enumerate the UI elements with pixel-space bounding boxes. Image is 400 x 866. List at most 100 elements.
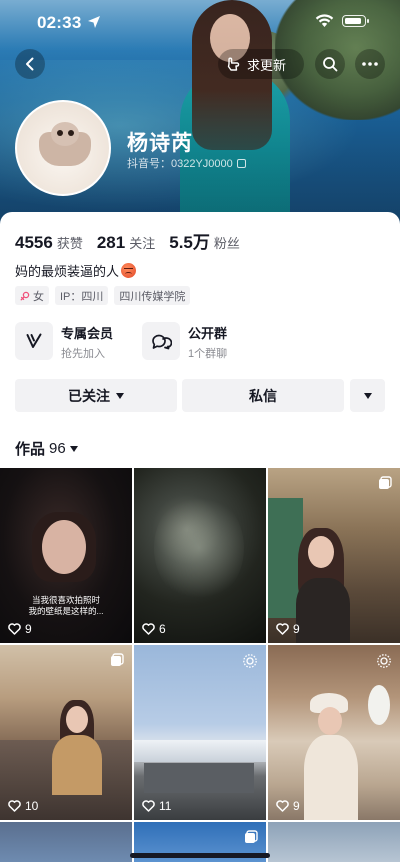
group-subtitle: 1个群聊 — [188, 348, 228, 360]
tag-gender-text: 女 — [33, 290, 44, 303]
more-dots-icon — [362, 62, 378, 66]
wifi-icon — [315, 14, 334, 27]
video-likes: 10 — [8, 799, 38, 813]
tag-school[interactable]: 四川传媒学院 — [114, 286, 191, 305]
thumb-body — [296, 578, 350, 643]
stat-following[interactable]: 281 关注 — [97, 233, 155, 253]
douyin-id-text: 抖音号：0322YJ0000 — [127, 158, 233, 170]
search-icon — [323, 57, 338, 72]
group-icon-box — [142, 322, 180, 360]
tag-ip-text: IP：四川 — [60, 290, 104, 303]
home-indicator[interactable] — [130, 853, 270, 858]
thumb-face — [308, 536, 334, 568]
bio-text: 妈的最烦装逼的人 — [15, 264, 120, 279]
thumb-face — [66, 706, 88, 733]
recommend-dropdown-button[interactable] — [350, 379, 385, 412]
battery-icon — [342, 15, 369, 27]
female-icon — [20, 291, 30, 300]
heart-outline-icon — [142, 623, 155, 635]
v-badge-icon — [26, 333, 42, 348]
video-caption-line2: 我的壁纸是这样的... — [28, 606, 104, 616]
stack-icon — [379, 476, 392, 489]
caret-down-icon — [69, 445, 78, 452]
video-thumbnail[interactable] — [268, 822, 400, 862]
video-likes-count: 6 — [159, 622, 166, 636]
video-likes: 9 — [276, 799, 300, 813]
ring-icon — [243, 654, 257, 668]
group-title: 公开群 — [188, 326, 228, 341]
pointing-hand-icon — [227, 57, 240, 71]
stat-followers-value: 5.5万 — [169, 233, 210, 252]
group-text: 公开群 1个群聊 — [188, 322, 227, 362]
video-thumbnail[interactable]: 9 — [268, 645, 400, 820]
video-likes-count: 9 — [25, 622, 32, 636]
back-button[interactable] — [15, 49, 45, 79]
thumb-sparkle — [154, 493, 244, 603]
thumb-face — [42, 520, 86, 574]
thumb-flowers — [368, 685, 390, 725]
chat-bubbles-icon — [152, 334, 172, 350]
stat-likes[interactable]: 4556 获赞 — [15, 233, 83, 253]
stack-icon — [111, 653, 124, 666]
username: 杨诗芮 — [127, 132, 193, 155]
video-thumbnail[interactable]: 9 — [268, 468, 400, 643]
video-thumbnail[interactable]: 6 — [134, 468, 266, 643]
stat-following-value: 281 — [96, 233, 126, 252]
bio: 妈的最烦装逼的人 — [15, 261, 137, 280]
video-likes: 6 — [142, 622, 166, 636]
message-button[interactable]: 私信 — [182, 379, 344, 412]
heart-outline-icon — [276, 623, 289, 635]
thumb-body — [52, 735, 102, 795]
tag-school-text: 四川传媒学院 — [119, 290, 186, 303]
stat-likes-value: 4556 — [15, 233, 53, 252]
avatar[interactable] — [15, 100, 111, 196]
avatar-glider-head — [51, 122, 79, 146]
caret-down-icon — [116, 392, 124, 399]
message-label: 私信 — [249, 387, 277, 404]
works-label: 作品 — [15, 441, 46, 458]
works-count: 96 — [49, 440, 66, 457]
tag-gender: 女 — [15, 286, 49, 305]
tag-ip: IP：四川 — [55, 286, 109, 305]
request-update-label: 求更新 — [247, 57, 287, 73]
video-thumbnail[interactable]: 11 — [134, 645, 266, 820]
stat-following-label: 关注 — [129, 236, 156, 251]
avatar-eye-right — [68, 130, 74, 136]
thumb-snow-mountains — [134, 740, 266, 762]
video-thumbnail[interactable]: 10 — [0, 645, 132, 820]
avatar-eye-left — [57, 130, 63, 136]
followed-button[interactable]: 已关注 — [15, 379, 177, 412]
status-time: 02:33 — [37, 13, 82, 32]
video-thumbnail[interactable] — [0, 822, 132, 862]
video-caption: 当我很喜欢拍照时 我的壁纸是这样的... — [0, 595, 132, 617]
stats-row: 4556 获赞 281 关注 5.5万 粉丝 — [15, 228, 254, 253]
video-likes-count: 10 — [25, 799, 39, 813]
heart-outline-icon — [8, 800, 21, 812]
video-caption-line1: 当我很喜欢拍照时 — [31, 595, 100, 605]
thumb-body — [304, 735, 358, 820]
video-likes-count: 11 — [159, 799, 172, 813]
video-likes: 11 — [142, 799, 171, 813]
vip-icon-box — [15, 322, 53, 360]
more-button[interactable] — [355, 49, 385, 79]
works-tab[interactable]: 作品 96 — [15, 438, 78, 459]
vip-text: 专属会员 抢先加入 — [61, 322, 113, 362]
location-arrow-icon — [88, 16, 100, 28]
douyin-id[interactable]: 抖音号：0322YJ0000 — [127, 155, 246, 171]
heart-outline-icon — [142, 800, 155, 812]
video-likes-count: 9 — [293, 799, 300, 813]
chevron-left-icon — [26, 57, 34, 71]
stat-likes-label: 获赞 — [56, 236, 83, 251]
video-thumbnail[interactable]: 当我很喜欢拍照时 我的壁纸是这样的... 9 — [0, 468, 132, 643]
stat-followers[interactable]: 5.5万 粉丝 — [169, 228, 240, 253]
search-button[interactable] — [315, 49, 345, 79]
group-chat-entry[interactable]: 公开群 1个群聊 — [142, 322, 227, 362]
thumb-face — [318, 707, 342, 735]
vip-membership-entry[interactable]: 专属会员 抢先加入 — [15, 322, 113, 362]
thumb-buildings — [144, 763, 254, 793]
followed-label: 已关注 — [68, 387, 110, 404]
stack-icon — [245, 830, 258, 843]
request-update-button[interactable]: 求更新 — [218, 49, 304, 79]
copy-icon[interactable] — [236, 158, 246, 168]
heart-outline-icon — [8, 623, 21, 635]
